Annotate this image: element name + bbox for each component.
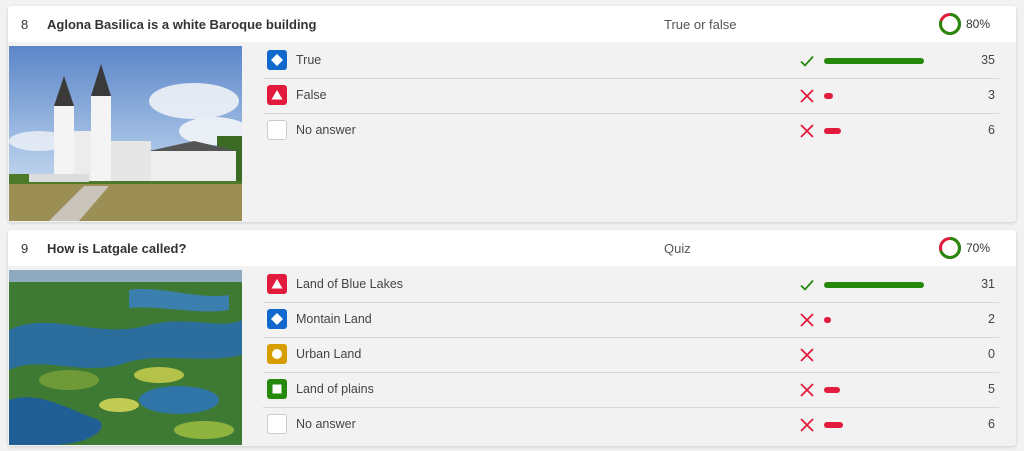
question-number: 8 bbox=[21, 17, 29, 32]
cross-icon bbox=[798, 416, 816, 434]
answer-count: 3 bbox=[988, 88, 995, 102]
question-title: Aglona Basilica is a white Baroque build… bbox=[47, 17, 317, 32]
answer-list: Land of Blue Lakes 31 Montain Land 2 Urban L… bbox=[263, 268, 999, 442]
answer-bar bbox=[824, 387, 840, 393]
question-card: 9 How is Latgale called? Quiz 70% Land o… bbox=[8, 230, 1016, 446]
answer-label: Land of plains bbox=[296, 382, 374, 396]
answer-bar bbox=[824, 93, 833, 99]
question-type: True or false bbox=[664, 17, 737, 32]
question-header[interactable]: 9 How is Latgale called? Quiz 70% bbox=[8, 230, 1016, 266]
question-title: How is Latgale called? bbox=[47, 241, 187, 256]
answer-row[interactable]: No answer 6 bbox=[263, 408, 999, 442]
accuracy-percent: 80% bbox=[966, 17, 991, 31]
answer-row[interactable]: True 35 bbox=[263, 44, 999, 79]
question-number: 9 bbox=[21, 241, 29, 256]
answer-count: 2 bbox=[988, 312, 995, 326]
cross-icon bbox=[798, 346, 816, 364]
answer-count: 0 bbox=[988, 347, 995, 361]
accuracy-ring-icon bbox=[939, 13, 961, 35]
answer-row[interactable]: Land of Blue Lakes 31 bbox=[263, 268, 999, 303]
answer-label: True bbox=[296, 53, 322, 67]
circle-icon bbox=[267, 344, 287, 364]
answer-bar bbox=[824, 317, 831, 323]
triangle-icon bbox=[267, 274, 287, 294]
answer-row[interactable]: No answer 6 bbox=[263, 114, 999, 148]
answer-count: 31 bbox=[981, 277, 995, 291]
answer-count: 6 bbox=[988, 417, 995, 431]
square-icon bbox=[267, 379, 287, 399]
check-icon bbox=[798, 276, 816, 294]
answer-count: 6 bbox=[988, 123, 995, 137]
answer-label: No answer bbox=[296, 417, 356, 431]
check-icon bbox=[798, 52, 816, 70]
question-card: 8 Aglona Basilica is a white Baroque bui… bbox=[8, 6, 1016, 222]
question-type: Quiz bbox=[664, 241, 691, 256]
answer-row[interactable]: Montain Land 2 bbox=[263, 303, 999, 338]
answer-label: Land of Blue Lakes bbox=[296, 277, 404, 291]
answer-list: True 35 False 3 No answer 6 bbox=[263, 44, 999, 148]
empty-box-icon bbox=[267, 414, 287, 434]
answer-count: 35 bbox=[981, 53, 995, 67]
answer-label: No answer bbox=[296, 123, 356, 137]
cross-icon bbox=[798, 87, 816, 105]
question-header[interactable]: 8 Aglona Basilica is a white Baroque bui… bbox=[8, 6, 1016, 42]
empty-box-icon bbox=[267, 120, 287, 140]
answer-label: Montain Land bbox=[296, 312, 372, 326]
answer-row[interactable]: Land of plains 5 bbox=[263, 373, 999, 408]
answer-count: 5 bbox=[988, 382, 995, 396]
answer-row[interactable]: Urban Land 0 bbox=[263, 338, 999, 373]
answer-bar bbox=[824, 58, 924, 64]
answer-bar bbox=[824, 128, 841, 134]
question-image-lakes bbox=[9, 270, 242, 445]
answer-bar bbox=[824, 282, 924, 288]
answer-label: False bbox=[296, 88, 327, 102]
accuracy-percent: 70% bbox=[966, 241, 991, 255]
cross-icon bbox=[798, 122, 816, 140]
diamond-icon bbox=[267, 309, 287, 329]
answer-bar bbox=[824, 422, 843, 428]
triangle-icon bbox=[267, 85, 287, 105]
answer-row[interactable]: False 3 bbox=[263, 79, 999, 114]
diamond-icon bbox=[267, 50, 287, 70]
accuracy-ring-icon bbox=[939, 237, 961, 259]
cross-icon bbox=[798, 311, 816, 329]
cross-icon bbox=[798, 381, 816, 399]
question-image-church bbox=[9, 46, 242, 221]
answer-label: Urban Land bbox=[296, 347, 362, 361]
